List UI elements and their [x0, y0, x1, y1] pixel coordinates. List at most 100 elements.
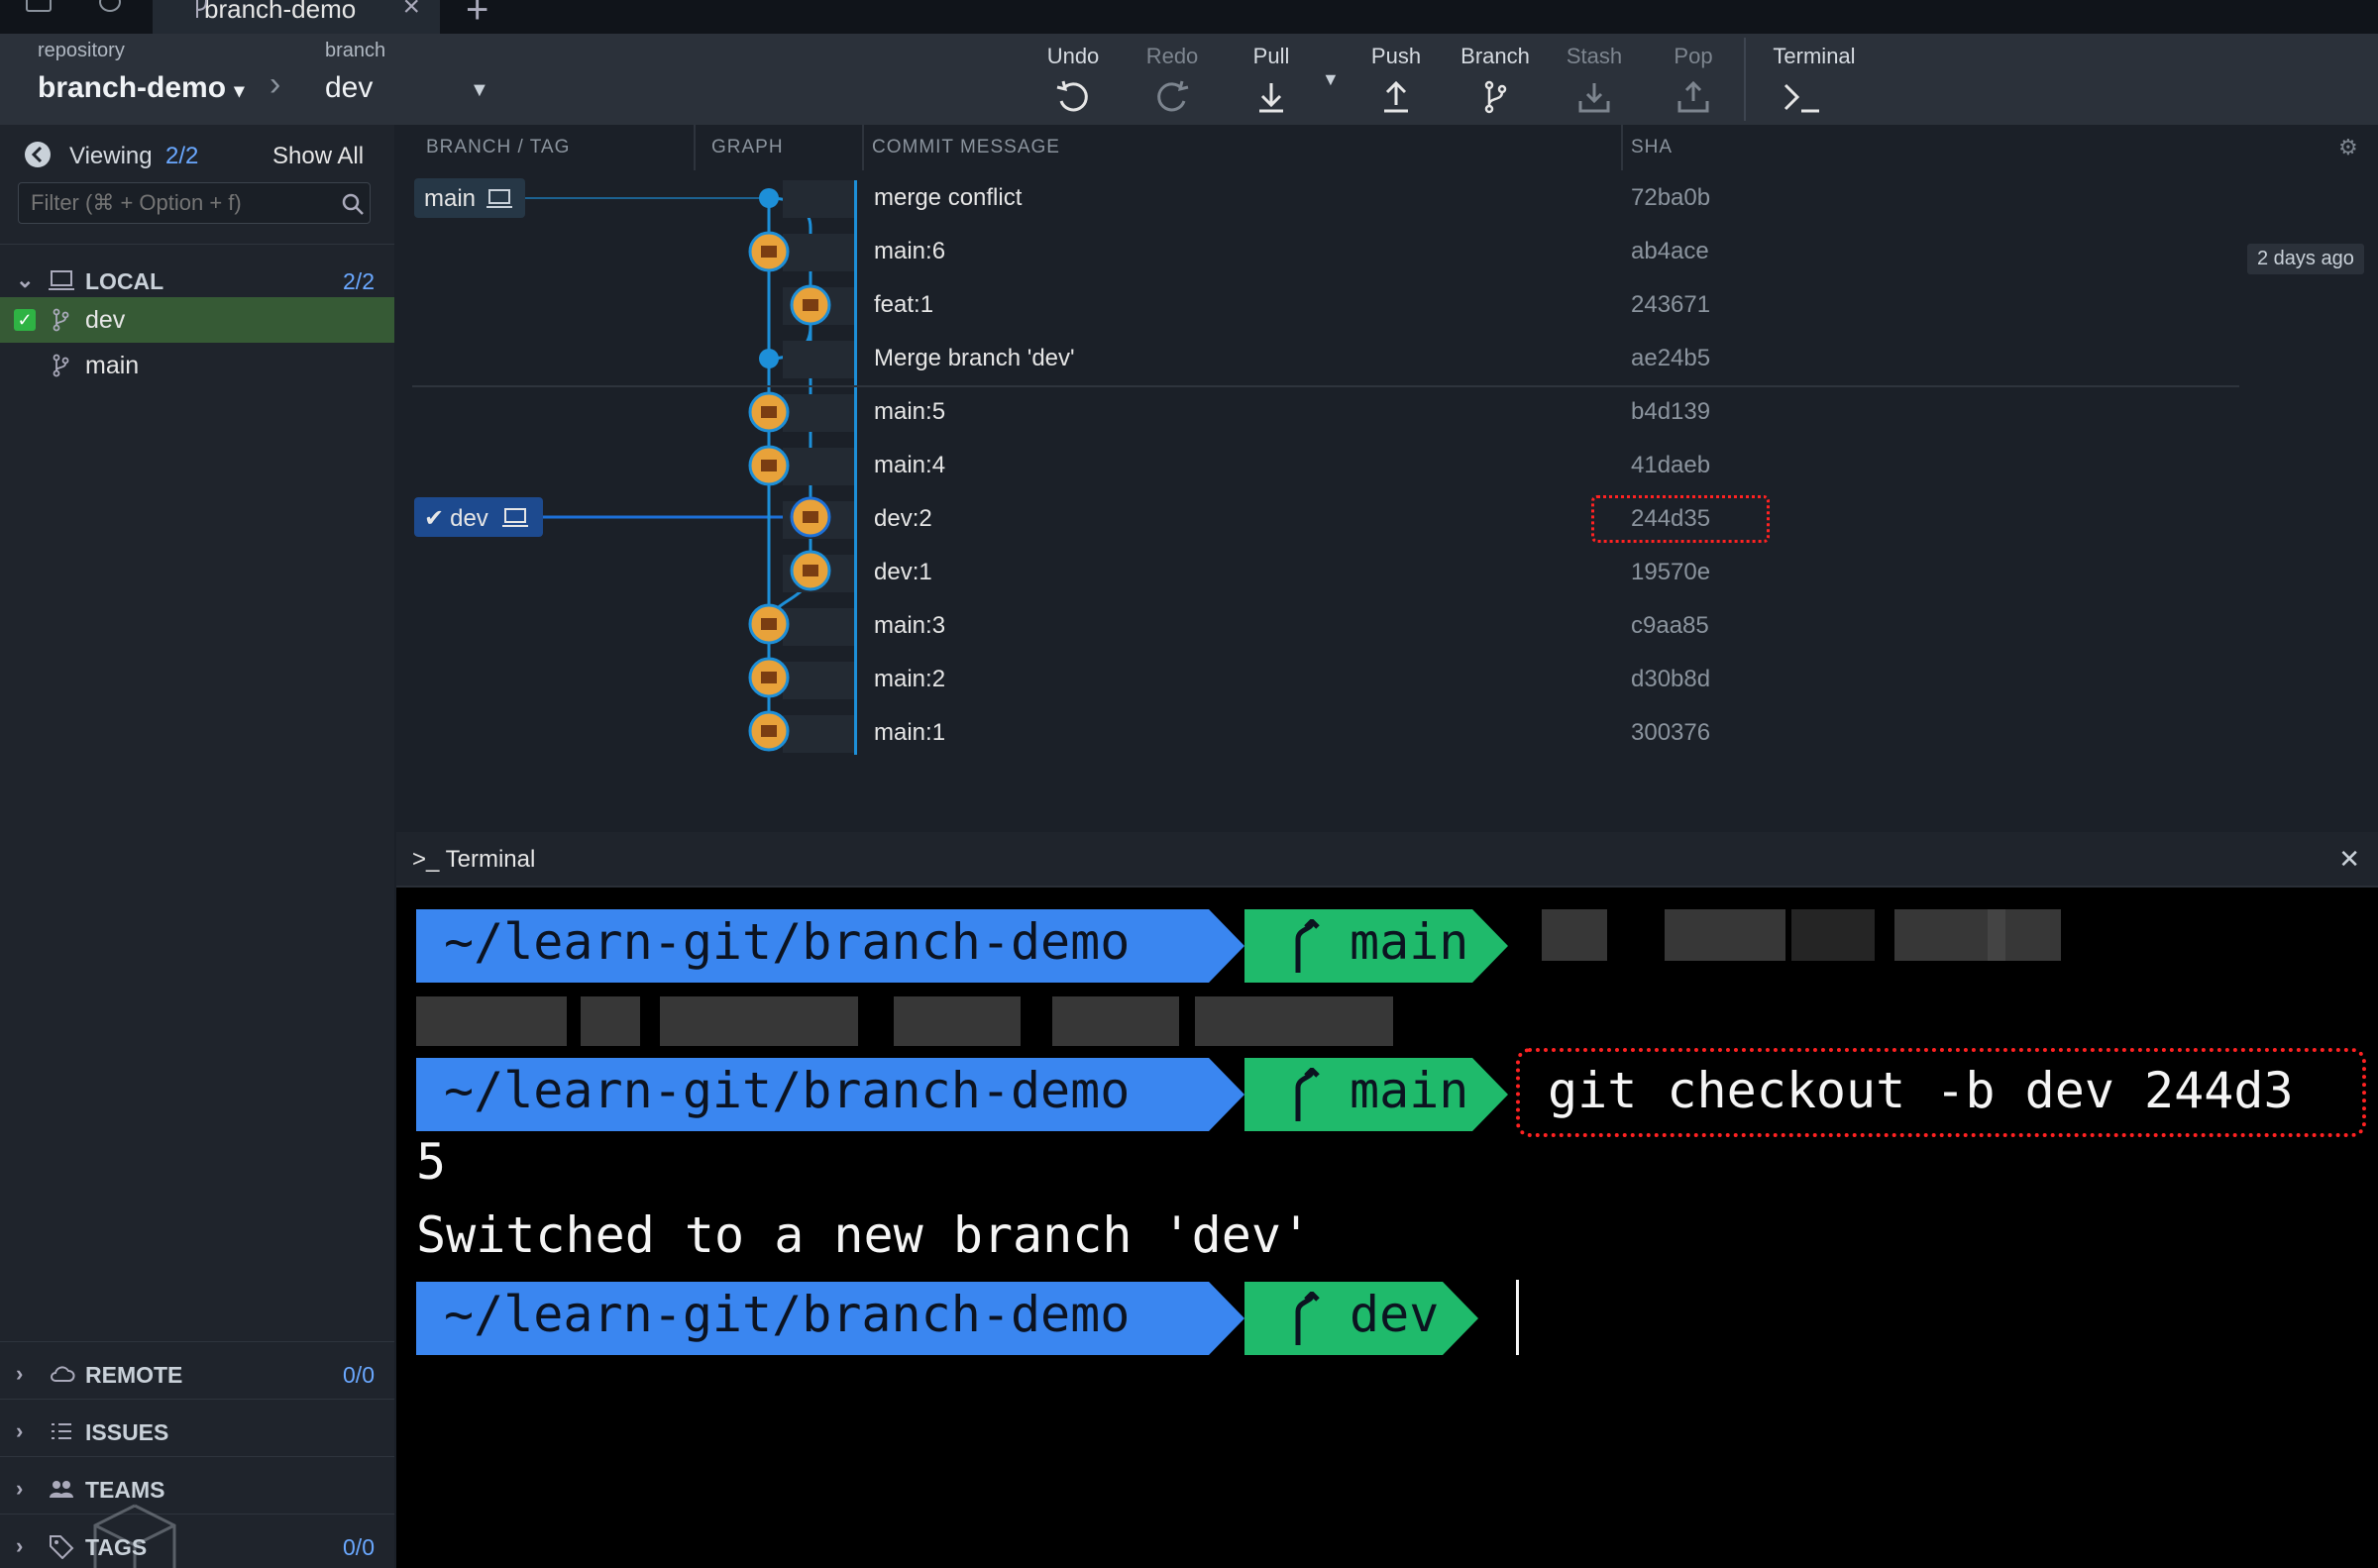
issues-section-header[interactable]: › ISSUES: [0, 1405, 394, 1458]
redacted-text: [1665, 909, 1785, 961]
tags-count: 0/0: [343, 1534, 375, 1560]
row-bg: [783, 662, 856, 699]
list-icon: [52, 1423, 71, 1439]
command-highlight-box: [1516, 1048, 2366, 1137]
commit-message[interactable]: dev:1: [874, 559, 932, 586]
commit-sha[interactable]: c9aa85: [1631, 612, 1709, 640]
row-bg: [783, 448, 856, 485]
terminal-title-text: Terminal: [445, 846, 536, 873]
commit-sha[interactable]: ae24b5: [1631, 345, 1710, 372]
redacted-text: [581, 996, 640, 1046]
prompt-path: ~/learn-git/branch-demo: [416, 1282, 1244, 1355]
row-bg: [783, 341, 856, 378]
laptop-icon: [502, 508, 528, 527]
redacted-text: [1542, 909, 1607, 961]
commit-graph: [412, 180, 2239, 755]
app-window: branch-demo × + repository branch-demo ▾…: [0, 0, 2378, 1568]
prompt-branch-text: main: [1350, 1062, 1469, 1119]
row-bg: [783, 715, 856, 753]
commit-sha[interactable]: 72ba0b: [1631, 184, 1710, 212]
commit-message[interactable]: main:4: [874, 452, 945, 479]
prompt-branch: main: [1244, 909, 1508, 983]
row-accent-line: [854, 180, 857, 755]
redacted-text: [1052, 996, 1179, 1046]
divider: [0, 1456, 394, 1457]
avatar[interactable]: [790, 284, 831, 326]
redacted-text: [1195, 996, 1393, 1046]
git-branch-icon: [1295, 1068, 1320, 1121]
commit-sha[interactable]: 19570e: [1631, 559, 1710, 586]
commit-sha[interactable]: 41daeb: [1631, 452, 1710, 479]
chevron-right-icon: ›: [16, 1533, 24, 1558]
commit-sha[interactable]: b4d139: [1631, 398, 1710, 426]
commit-message[interactable]: main:5: [874, 398, 945, 426]
teams-icon: [50, 1481, 73, 1498]
tag-icon: [50, 1535, 74, 1559]
avatar[interactable]: [748, 710, 790, 752]
teams-section-header[interactable]: › TEAMS: [0, 1462, 394, 1516]
branch-label-text: dev: [450, 505, 488, 532]
avatar[interactable]: [748, 231, 790, 272]
tags-section-header[interactable]: › TAGS 0/0: [0, 1519, 394, 1568]
terminal-cursor: [1516, 1280, 1519, 1355]
redacted-text: [1791, 909, 1875, 961]
prompt-line: ~/learn-git/branch-demo main: [416, 909, 1526, 983]
commit-sha[interactable]: 300376: [1631, 719, 1710, 747]
remote-label: REMOTE: [85, 1362, 183, 1388]
merge-node[interactable]: [759, 349, 779, 368]
redacted-text: [416, 996, 567, 1046]
git-branch-icon: [1295, 919, 1320, 973]
row-bg: [783, 608, 856, 646]
commit-message[interactable]: main:1: [874, 719, 945, 747]
branch-label-dev[interactable]: ✔ dev: [414, 497, 543, 537]
terminal-title: >_ Terminal: [412, 846, 536, 873]
prompt-branch-text: dev: [1350, 1286, 1440, 1343]
redacted-text: [660, 996, 858, 1046]
row-bg: [783, 180, 856, 218]
redacted-text: [1988, 909, 2061, 961]
commit-message[interactable]: main:6: [874, 238, 945, 265]
remote-count: 0/0: [343, 1362, 375, 1388]
time-marker: 2 days ago: [2247, 244, 2364, 274]
commit-message[interactable]: Merge branch 'dev': [874, 345, 1075, 372]
row-bg: [783, 234, 856, 271]
commit-message[interactable]: merge conflict: [874, 184, 1022, 212]
divider: [0, 1514, 394, 1515]
teams-label: TEAMS: [85, 1477, 165, 1503]
commit-sha[interactable]: 243671: [1631, 291, 1710, 319]
merge-node[interactable]: [759, 188, 779, 208]
prompt-path: ~/learn-git/branch-demo: [416, 909, 1244, 983]
prompt-path: ~/learn-git/branch-demo: [416, 1058, 1244, 1131]
prompt-line: ~/learn-git/branch-demo dev: [416, 1282, 1526, 1355]
branch-label-main[interactable]: main: [414, 178, 525, 218]
git-branch-icon: [1295, 1292, 1320, 1345]
issues-label: ISSUES: [85, 1419, 169, 1445]
sha-highlight-box: [1591, 495, 1770, 543]
terminal-header: >_ Terminal ✕: [396, 832, 2378, 888]
avatar[interactable]: [748, 657, 790, 698]
commit-sha[interactable]: d30b8d: [1631, 666, 1710, 693]
commit-message[interactable]: dev:2: [874, 505, 932, 533]
chevron-right-icon: ›: [16, 1418, 24, 1443]
divider: [0, 1341, 394, 1342]
commit-message[interactable]: feat:1: [874, 291, 933, 319]
cloud-icon: [51, 1366, 75, 1382]
chevron-right-icon: ›: [16, 1361, 24, 1386]
close-icon[interactable]: ✕: [2338, 844, 2360, 875]
commit-message[interactable]: main:2: [874, 666, 945, 693]
redacted-text: [894, 996, 1021, 1046]
avatar[interactable]: [790, 550, 831, 591]
logo-watermark-icon: [93, 1504, 176, 1568]
chevron-right-icon: ›: [16, 1476, 24, 1501]
divider: [0, 1399, 394, 1400]
avatar[interactable]: [748, 391, 790, 433]
avatar[interactable]: [790, 496, 831, 538]
avatar[interactable]: [748, 603, 790, 645]
terminal-panel[interactable]: ~/learn-git/branch-demo main ~/learn-git…: [396, 888, 2378, 1568]
commit-sha[interactable]: ab4ace: [1631, 238, 1709, 265]
prompt-line: ~/learn-git/branch-demo main: [416, 1058, 1526, 1131]
commit-message[interactable]: main:3: [874, 612, 945, 640]
remote-section-header[interactable]: › REMOTE 0/0: [0, 1347, 394, 1401]
avatar[interactable]: [748, 445, 790, 486]
prompt-branch: dev: [1244, 1282, 1478, 1355]
